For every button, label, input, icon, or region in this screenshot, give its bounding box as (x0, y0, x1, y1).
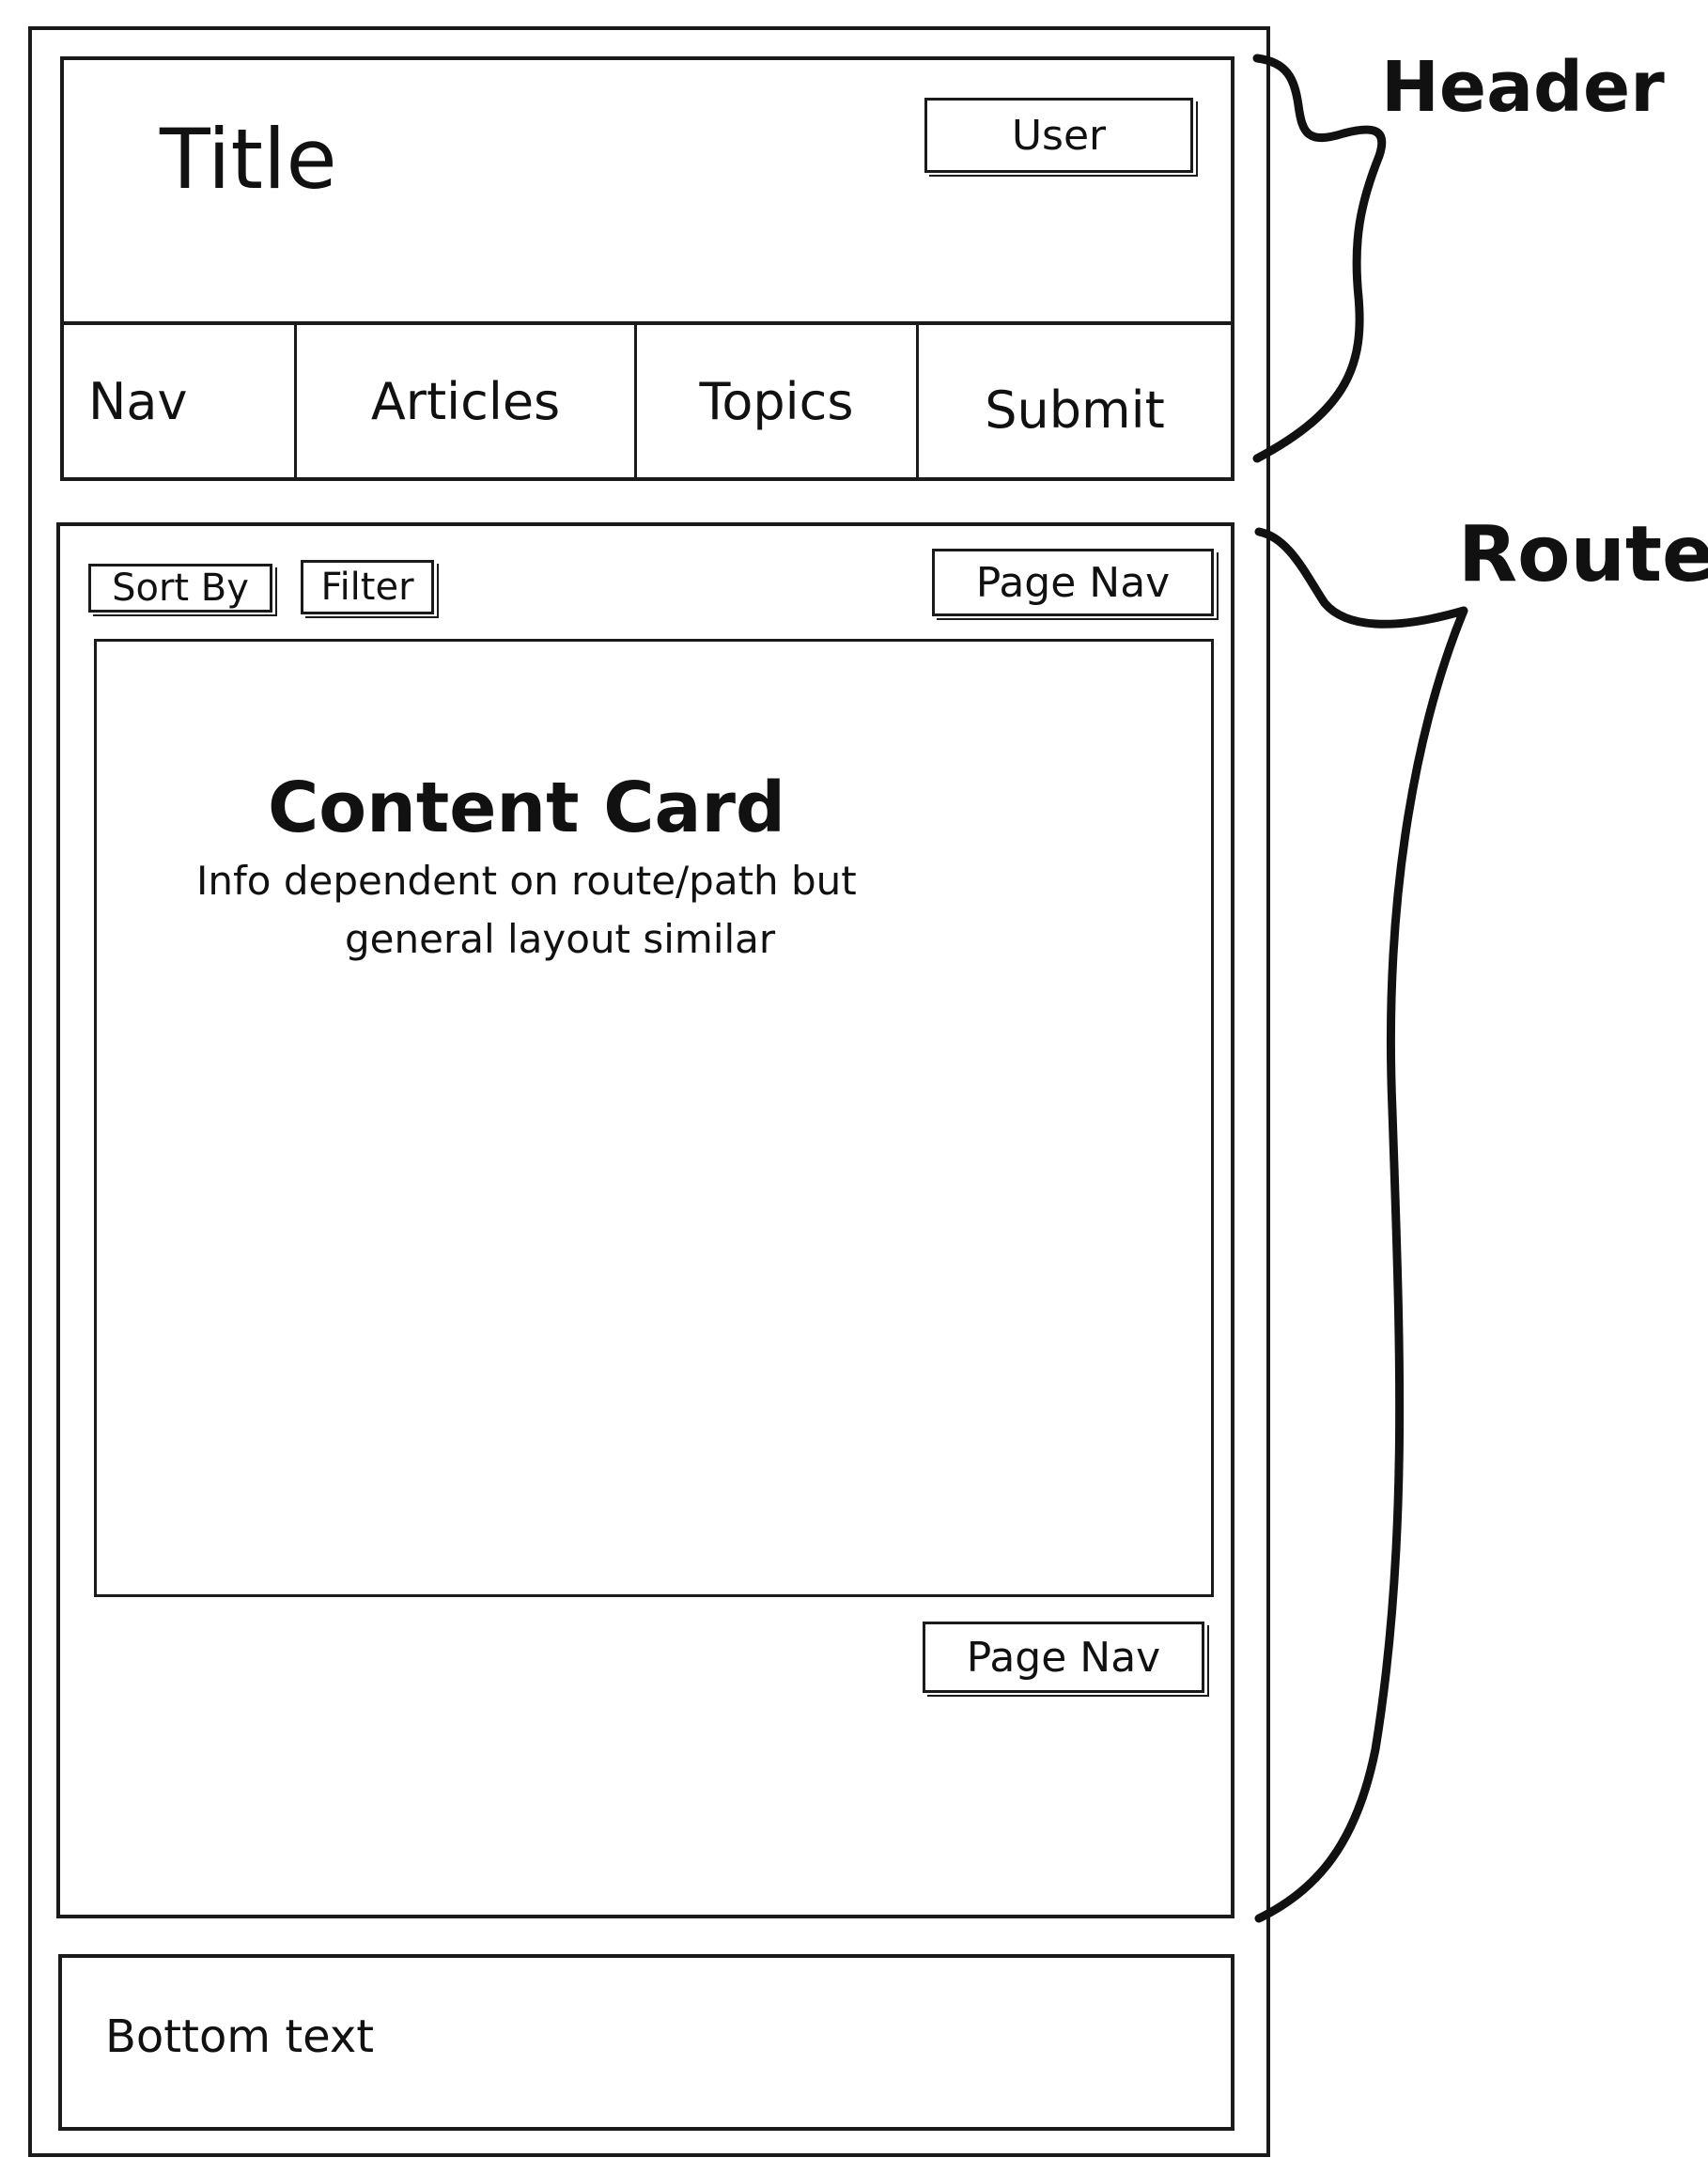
content-card-line-1: Info dependent on route/path but (196, 858, 857, 904)
nav-item-nav[interactable]: Nav (64, 325, 297, 477)
content-card-line-2: general layout similar (345, 916, 776, 962)
user-button[interactable]: User (924, 98, 1193, 173)
content-card-heading: Content Card (268, 768, 785, 848)
sort-by-button[interactable]: Sort By (88, 564, 272, 613)
header-brace-icon (1252, 54, 1387, 463)
content-card: Content Card Info dependent on route/pat… (94, 639, 1214, 1597)
page-nav-top-button[interactable]: Page Nav (932, 549, 1214, 616)
nav-item-label: Topics (699, 371, 854, 431)
nav-item-submit[interactable]: Submit (919, 325, 1231, 477)
footer-section: Bottom text (58, 1954, 1234, 2131)
nav-item-label: Nav (88, 371, 188, 431)
nav-item-label: Submit (985, 380, 1165, 440)
header-section: Title User Nav Articles Topics Submit (60, 56, 1234, 481)
filter-button[interactable]: Filter (301, 560, 434, 614)
nav-item-articles[interactable]: Articles (297, 325, 637, 477)
route-section: Sort By Filter Page Nav Content Card Inf… (56, 522, 1234, 1918)
nav-item-topics[interactable]: Topics (637, 325, 919, 477)
nav-bar: Nav Articles Topics Submit (64, 321, 1231, 477)
page-nav-bottom-button[interactable]: Page Nav (923, 1622, 1204, 1693)
route-brace-icon (1254, 527, 1468, 1923)
header-annotation: Header (1381, 47, 1665, 128)
route-annotation: Route (1458, 510, 1708, 599)
nav-item-label: Articles (370, 371, 561, 431)
footer-text: Bottom text (105, 2010, 375, 2063)
page-title: Title (160, 111, 337, 208)
